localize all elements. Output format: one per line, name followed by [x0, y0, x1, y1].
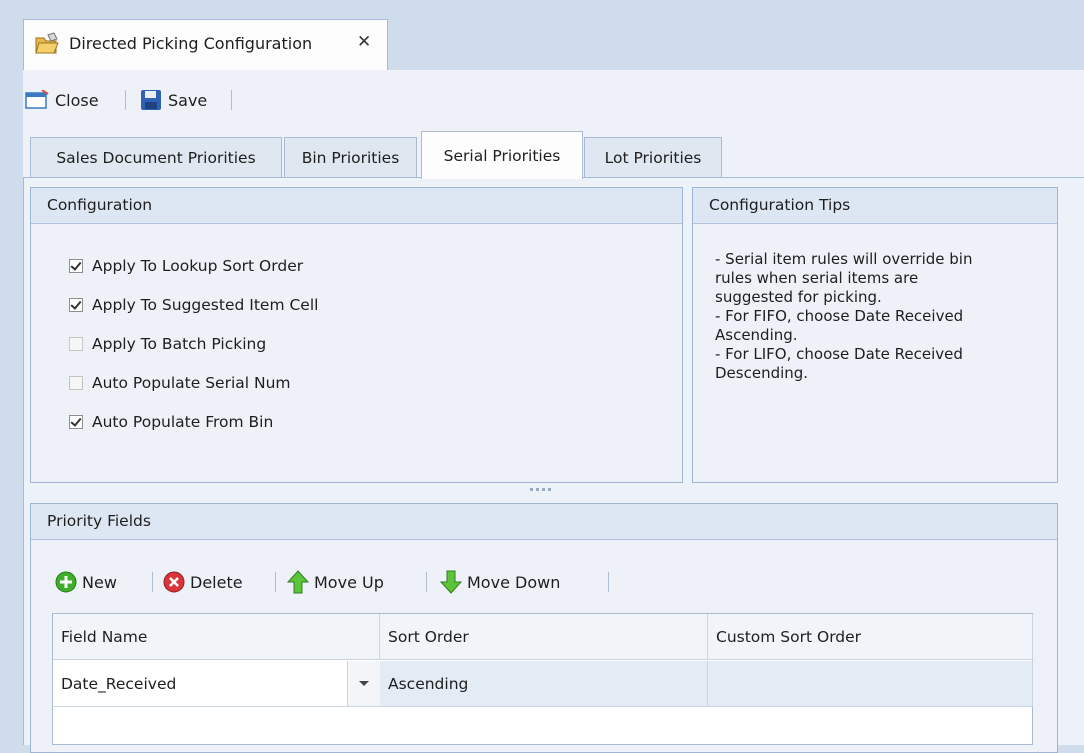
tab-bin-priorities[interactable]: Bin Priorities [284, 137, 417, 178]
close-button-label: Close [55, 90, 99, 110]
field-name-value: Date_Received [61, 675, 177, 693]
document-tab[interactable]: Directed Picking Configuration ✕ [23, 19, 388, 71]
checkbox-label: Auto Populate Serial Num [92, 374, 291, 392]
field-name-dropdown-button[interactable] [347, 661, 380, 706]
tab-label: Serial Priorities [443, 146, 561, 165]
checkbox-apply-to-suggested-item-cell[interactable]: Apply To Suggested Item Cell [69, 296, 318, 314]
checkbox-label: Apply To Batch Picking [92, 335, 267, 353]
configuration-tips-title: Configuration Tips [693, 188, 1057, 224]
tip-line: rules when serial items are [715, 269, 919, 287]
move-down-button[interactable]: Move Down [440, 568, 560, 596]
tab-sales-document-priorities[interactable]: Sales Document Priorities [30, 137, 282, 178]
document-tab-title: Directed Picking Configuration [69, 34, 313, 53]
cell-field-name[interactable]: Date_Received [53, 661, 380, 707]
delete-button[interactable]: Delete [163, 568, 243, 596]
checkbox-checked-icon [69, 298, 83, 312]
priority-fields-grid: Field Name Sort Order Custom Sort Order … [52, 613, 1033, 745]
close-tab-icon[interactable]: ✕ [357, 32, 371, 52]
tab-serial-priorities[interactable]: Serial Priorities [421, 131, 583, 179]
tab-lot-priorities[interactable]: Lot Priorities [584, 137, 722, 178]
delete-circle-icon [163, 571, 185, 593]
checkbox-label: Apply To Lookup Sort Order [92, 257, 304, 275]
tab-label: Sales Document Priorities [56, 149, 256, 167]
arrow-up-icon [287, 570, 309, 594]
tip-line: suggested for picking. [715, 288, 882, 306]
toolbar-separator [426, 572, 427, 592]
delete-button-label: Delete [190, 572, 243, 592]
move-up-button-label: Move Up [314, 572, 384, 592]
checkbox-unchecked-icon [69, 337, 83, 351]
arrow-down-icon [440, 570, 462, 594]
save-disk-icon [141, 90, 161, 110]
tip-line: Ascending. [715, 326, 798, 344]
toolbar-separator [275, 572, 276, 592]
panel-splitter-grip[interactable] [530, 488, 560, 492]
checkbox-label: Apply To Suggested Item Cell [92, 296, 319, 314]
add-circle-icon [55, 571, 77, 593]
tip-line: Descending. [715, 364, 809, 382]
configuration-panel-title: Configuration [31, 188, 682, 224]
toolbar-separator [608, 572, 609, 592]
save-button[interactable]: Save [140, 86, 207, 114]
toolbar: Close Save [23, 70, 1084, 130]
tab-label: Bin Priorities [301, 149, 400, 167]
column-header-field-name[interactable]: Field Name [53, 614, 380, 660]
configuration-tips-panel: Configuration Tips - Serial item rules w… [692, 187, 1058, 483]
move-down-button-label: Move Down [467, 572, 561, 592]
toolbar-separator [125, 90, 126, 110]
column-header-sort-order[interactable]: Sort Order [380, 614, 708, 660]
cell-sort-order[interactable]: Ascending [380, 661, 708, 707]
window-close-icon [25, 90, 49, 109]
configuration-panel: Configuration Apply To Lookup Sort Order… [30, 187, 683, 483]
config-folder-icon [35, 32, 59, 54]
toolbar-separator [231, 90, 232, 110]
checkbox-auto-populate-from-bin[interactable]: Auto Populate From Bin [69, 413, 273, 431]
save-button-label: Save [168, 90, 208, 110]
checkbox-unchecked-icon [69, 376, 83, 390]
toolbar-separator [152, 572, 153, 592]
cell-custom-sort-order[interactable] [708, 661, 1033, 707]
tip-line: - For FIFO, choose Date Received [715, 307, 964, 325]
tip-line: - Serial item rules will override bin [715, 250, 973, 268]
new-button-label: New [82, 572, 117, 592]
checkbox-apply-to-batch-picking[interactable]: Apply To Batch Picking [69, 335, 266, 353]
checkbox-label: Auto Populate From Bin [92, 413, 274, 431]
move-up-button[interactable]: Move Up [287, 568, 384, 596]
tip-line: - For LIFO, choose Date Received [715, 345, 963, 363]
new-button[interactable]: New [55, 568, 117, 596]
checkbox-apply-to-lookup-sort-order[interactable]: Apply To Lookup Sort Order [69, 257, 303, 275]
close-button[interactable]: Close [25, 86, 99, 114]
checkbox-checked-icon [69, 415, 83, 429]
checkbox-auto-populate-serial-num[interactable]: Auto Populate Serial Num [69, 374, 291, 392]
column-header-custom-sort-order[interactable]: Custom Sort Order [708, 614, 1033, 660]
checkbox-checked-icon [69, 259, 83, 273]
priority-fields-title: Priority Fields [31, 504, 1057, 540]
tab-label: Lot Priorities [604, 149, 702, 167]
